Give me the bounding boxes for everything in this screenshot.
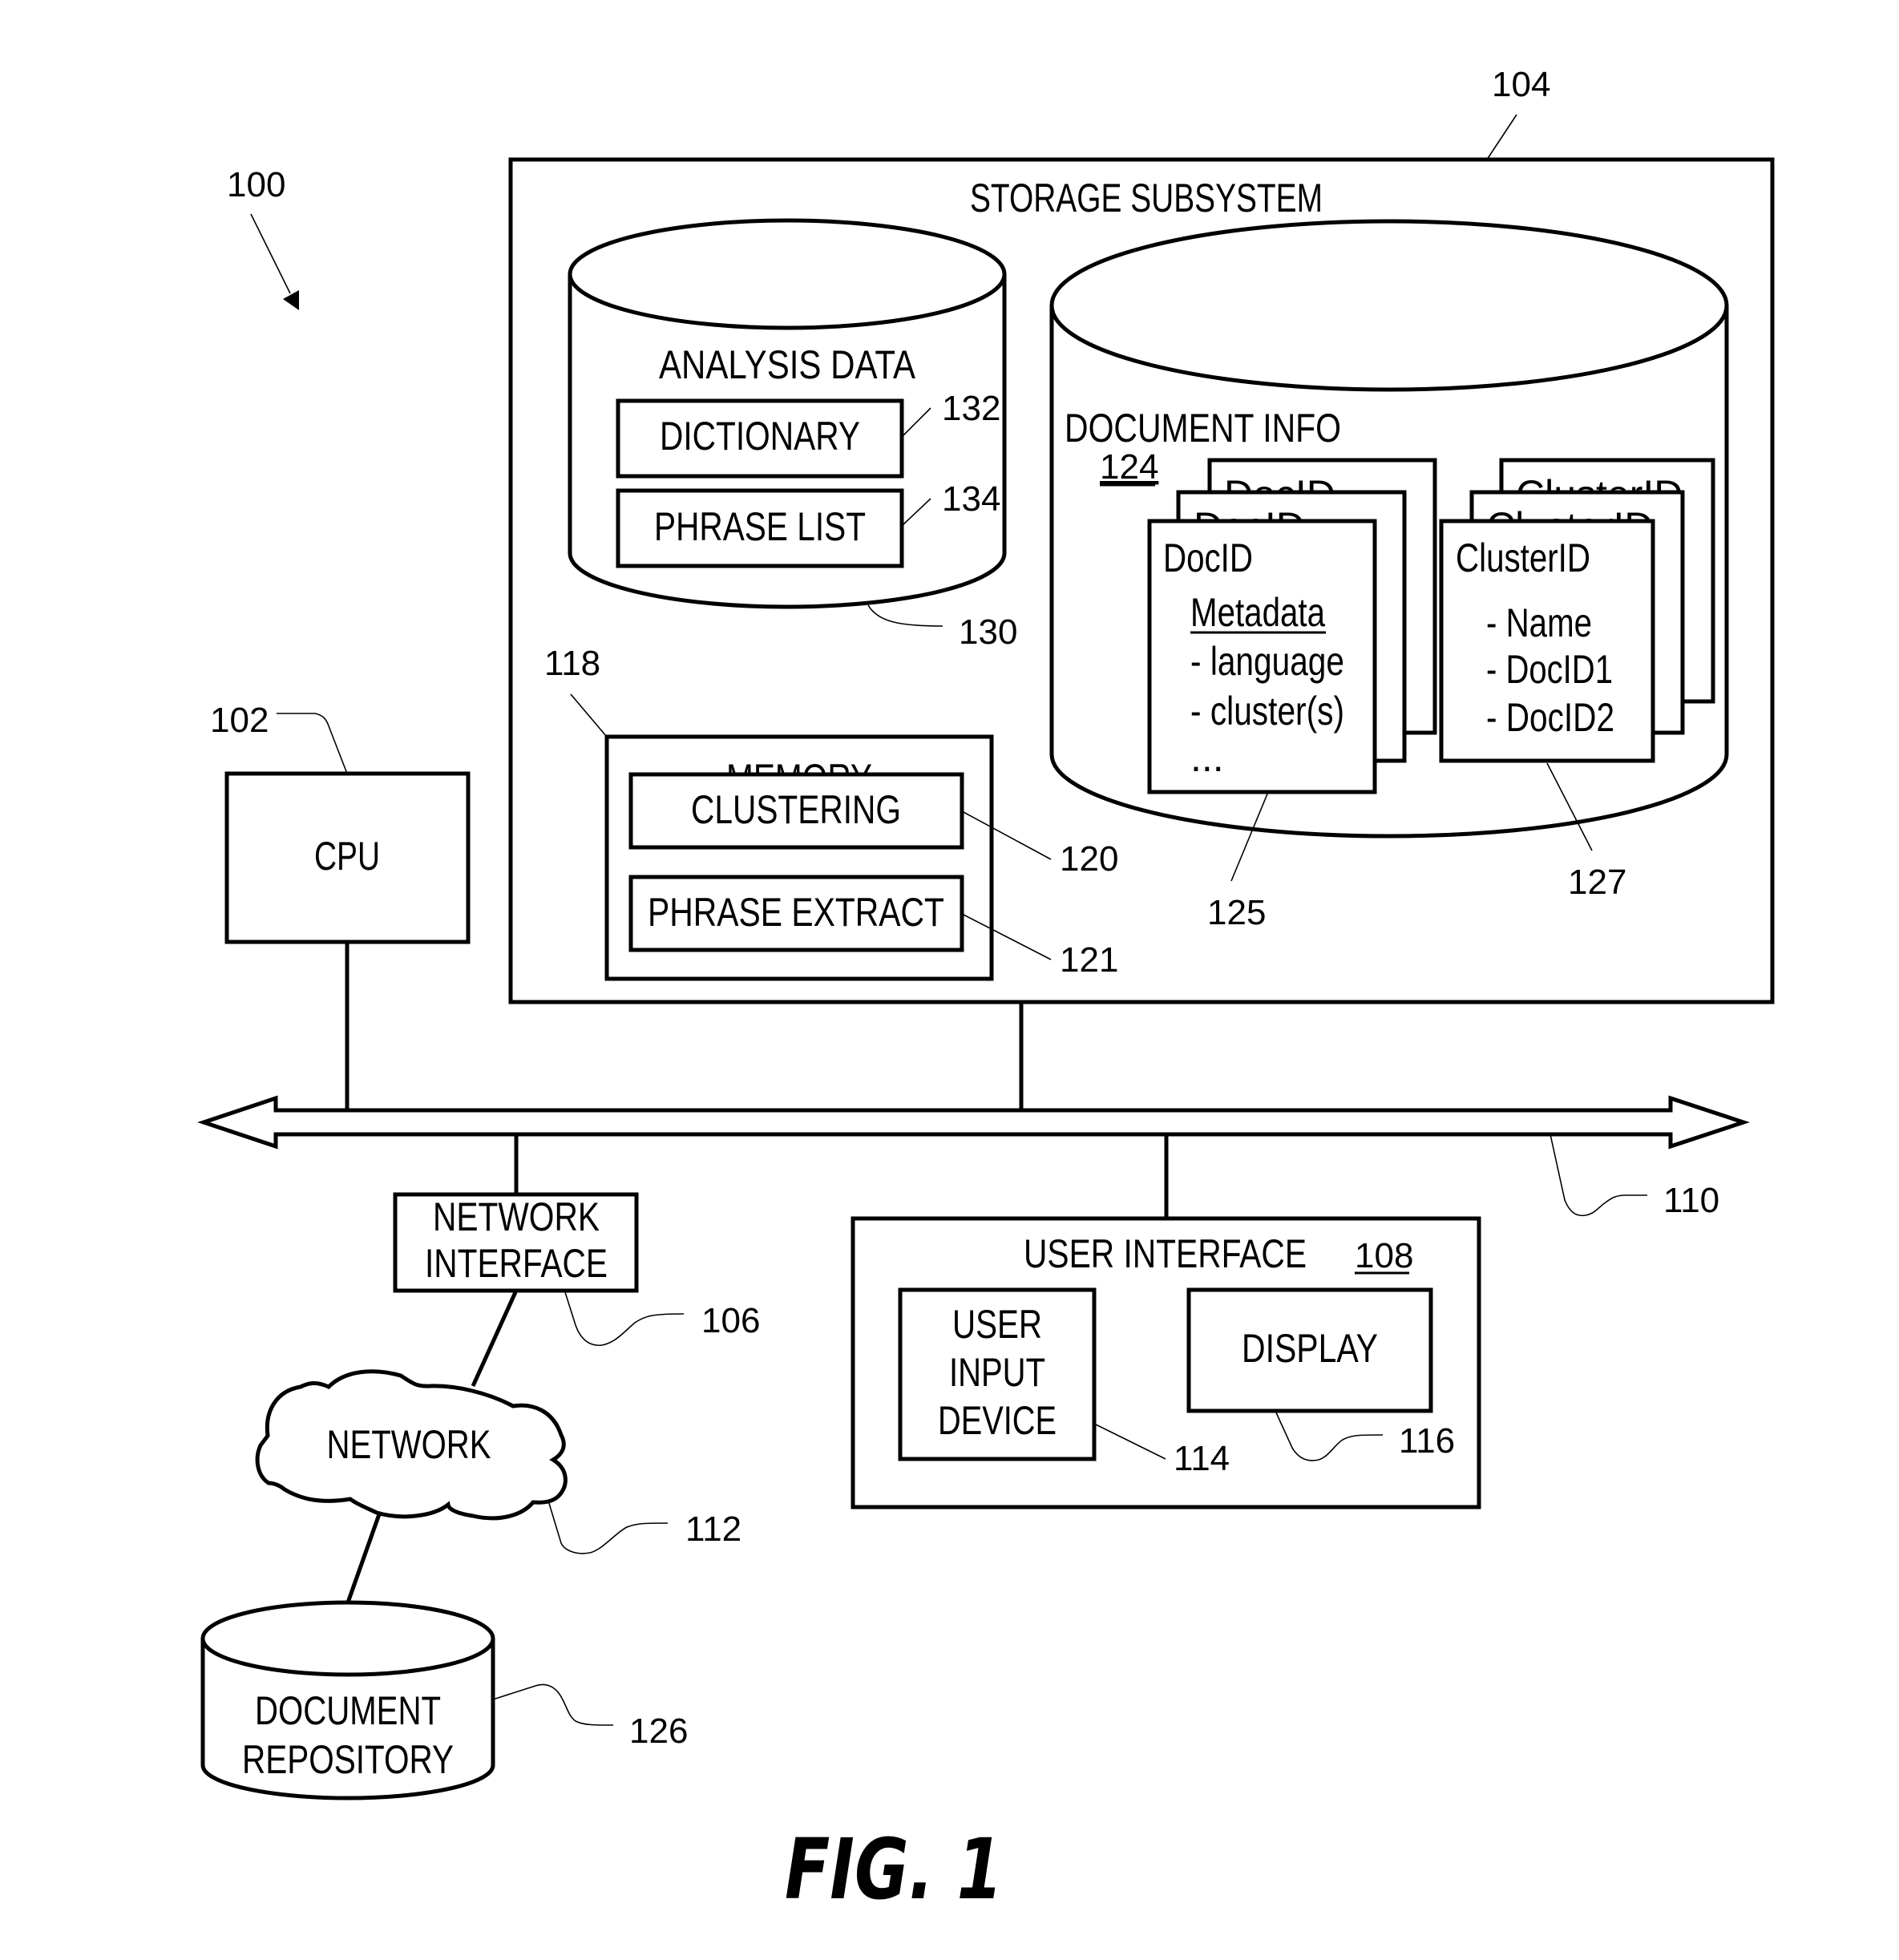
analysis-cylinder-top xyxy=(568,218,1007,330)
ref-132: 132 xyxy=(942,389,1000,428)
ref-110: 110 xyxy=(1663,1181,1719,1220)
system-reference: 100 xyxy=(227,165,299,310)
system-block-diagram: 100 STORAGE SUBSYSTEM 104 ANALYSIS DATA … xyxy=(197,65,1775,1918)
bus-double-arrow xyxy=(197,1095,1750,1150)
ref-134: 134 xyxy=(942,479,1000,519)
cluster-record-stack[interactable]: ClusterID ClusterID ClusterID - Name - D… xyxy=(1439,458,1715,763)
ref-108: 108 xyxy=(1355,1236,1413,1275)
figure-caption: FIG. 1 xyxy=(785,1821,1003,1918)
cpu-label: CPU xyxy=(314,834,380,879)
ref-125: 125 xyxy=(1207,893,1266,932)
analysis-data-store[interactable]: ANALYSIS DATA DICTIONARY PHRASE LIST xyxy=(568,218,1007,609)
phrase-list-label: PHRASE LIST xyxy=(654,504,866,549)
doc-card-section: Metadata xyxy=(1190,590,1325,635)
ref-120: 120 xyxy=(1060,839,1118,879)
ref-102: 102 xyxy=(210,701,269,740)
system-arrow-line xyxy=(250,213,291,294)
cluster-card-title: ClusterID xyxy=(1456,535,1590,580)
ref-112: 112 xyxy=(685,1509,741,1549)
document-record-stack[interactable]: DocID DocID DocID Metadata - language - … xyxy=(1147,458,1437,794)
cpu[interactable]: CPU xyxy=(224,771,471,944)
clustering-label: CLUSTERING xyxy=(691,787,901,832)
document-info-label: DOCUMENT INFO xyxy=(1065,406,1341,451)
ref-110-leader xyxy=(1550,1134,1647,1217)
ref-106: 106 xyxy=(701,1301,760,1340)
ref-104-leader xyxy=(1486,114,1517,160)
ref-100: 100 xyxy=(227,165,285,204)
doc-card-item-clusters: - cluster(s) xyxy=(1190,689,1344,733)
network-interface-label-line1: NETWORK xyxy=(433,1194,600,1239)
ref-126-leader xyxy=(492,1683,614,1726)
network-repository-link xyxy=(345,1513,382,1603)
network-label: NETWORK xyxy=(327,1422,491,1467)
ref-124: 124 xyxy=(1100,447,1158,487)
doc-card-item-more: ... xyxy=(1190,735,1224,780)
document-repository[interactable]: DOCUMENT REPOSITORY xyxy=(200,1600,495,1800)
repository-cylinder-top xyxy=(200,1600,495,1677)
ref-118: 118 xyxy=(544,644,600,683)
document-info-store[interactable]: DOCUMENT INFO 124 DocID DocID DocID Meta… xyxy=(1049,219,1729,839)
network-interface[interactable]: NETWORK INTERFACE xyxy=(393,1192,639,1293)
cluster-card-item-name: - Name xyxy=(1486,600,1592,645)
network[interactable]: NETWORK xyxy=(255,1369,568,1521)
ref-114: 114 xyxy=(1174,1439,1230,1478)
arrowhead-icon xyxy=(283,290,299,310)
network-interface-network-link xyxy=(471,1291,518,1388)
dictionary-label: DICTIONARY xyxy=(660,414,860,459)
doc-card-title: DocID xyxy=(1163,535,1253,580)
user-interface[interactable]: USER INTERFACE 108 USER INPUT DEVICE DIS… xyxy=(851,1216,1481,1509)
user-interface-label: USER INTERFACE xyxy=(1024,1231,1307,1276)
ref-112-leader xyxy=(547,1500,669,1554)
ref-102-leader xyxy=(277,713,348,774)
user-input-device-label-line3: DEVICE xyxy=(938,1398,1057,1443)
cluster-card-item-docid1: - DocID1 xyxy=(1486,647,1613,692)
ref-126: 126 xyxy=(629,1711,688,1751)
memory[interactable]: MEMORY CLUSTERING PHRASE EXTRACT xyxy=(604,734,994,981)
user-input-device-label-line2: INPUT xyxy=(949,1350,1045,1395)
repository-label-line1: DOCUMENT xyxy=(255,1688,441,1733)
ref-121: 121 xyxy=(1060,940,1118,980)
user-input-device-label-line1: USER xyxy=(952,1302,1042,1347)
network-interface-label-line2: INTERFACE xyxy=(425,1241,608,1286)
doc-card-item-language: - language xyxy=(1190,639,1344,684)
storage-subsystem: STORAGE SUBSYSTEM 104 ANALYSIS DATA DICT… xyxy=(508,65,1775,1004)
repository-label-line2: REPOSITORY xyxy=(242,1737,454,1782)
ref-130: 130 xyxy=(959,612,1017,652)
phrase-extract-label: PHRASE EXTRACT xyxy=(648,890,944,935)
storage-subsystem-label: STORAGE SUBSYSTEM xyxy=(970,176,1323,220)
ref-106-leader xyxy=(564,1291,685,1346)
display-label: DISPLAY xyxy=(1242,1326,1378,1371)
ref-104: 104 xyxy=(1492,65,1550,104)
ref-116: 116 xyxy=(1399,1421,1455,1461)
ref-127: 127 xyxy=(1568,863,1626,902)
analysis-data-label: ANALYSIS DATA xyxy=(659,342,916,387)
cluster-card-item-docid2: - DocID2 xyxy=(1486,695,1614,740)
document-info-cylinder-top xyxy=(1049,219,1729,392)
